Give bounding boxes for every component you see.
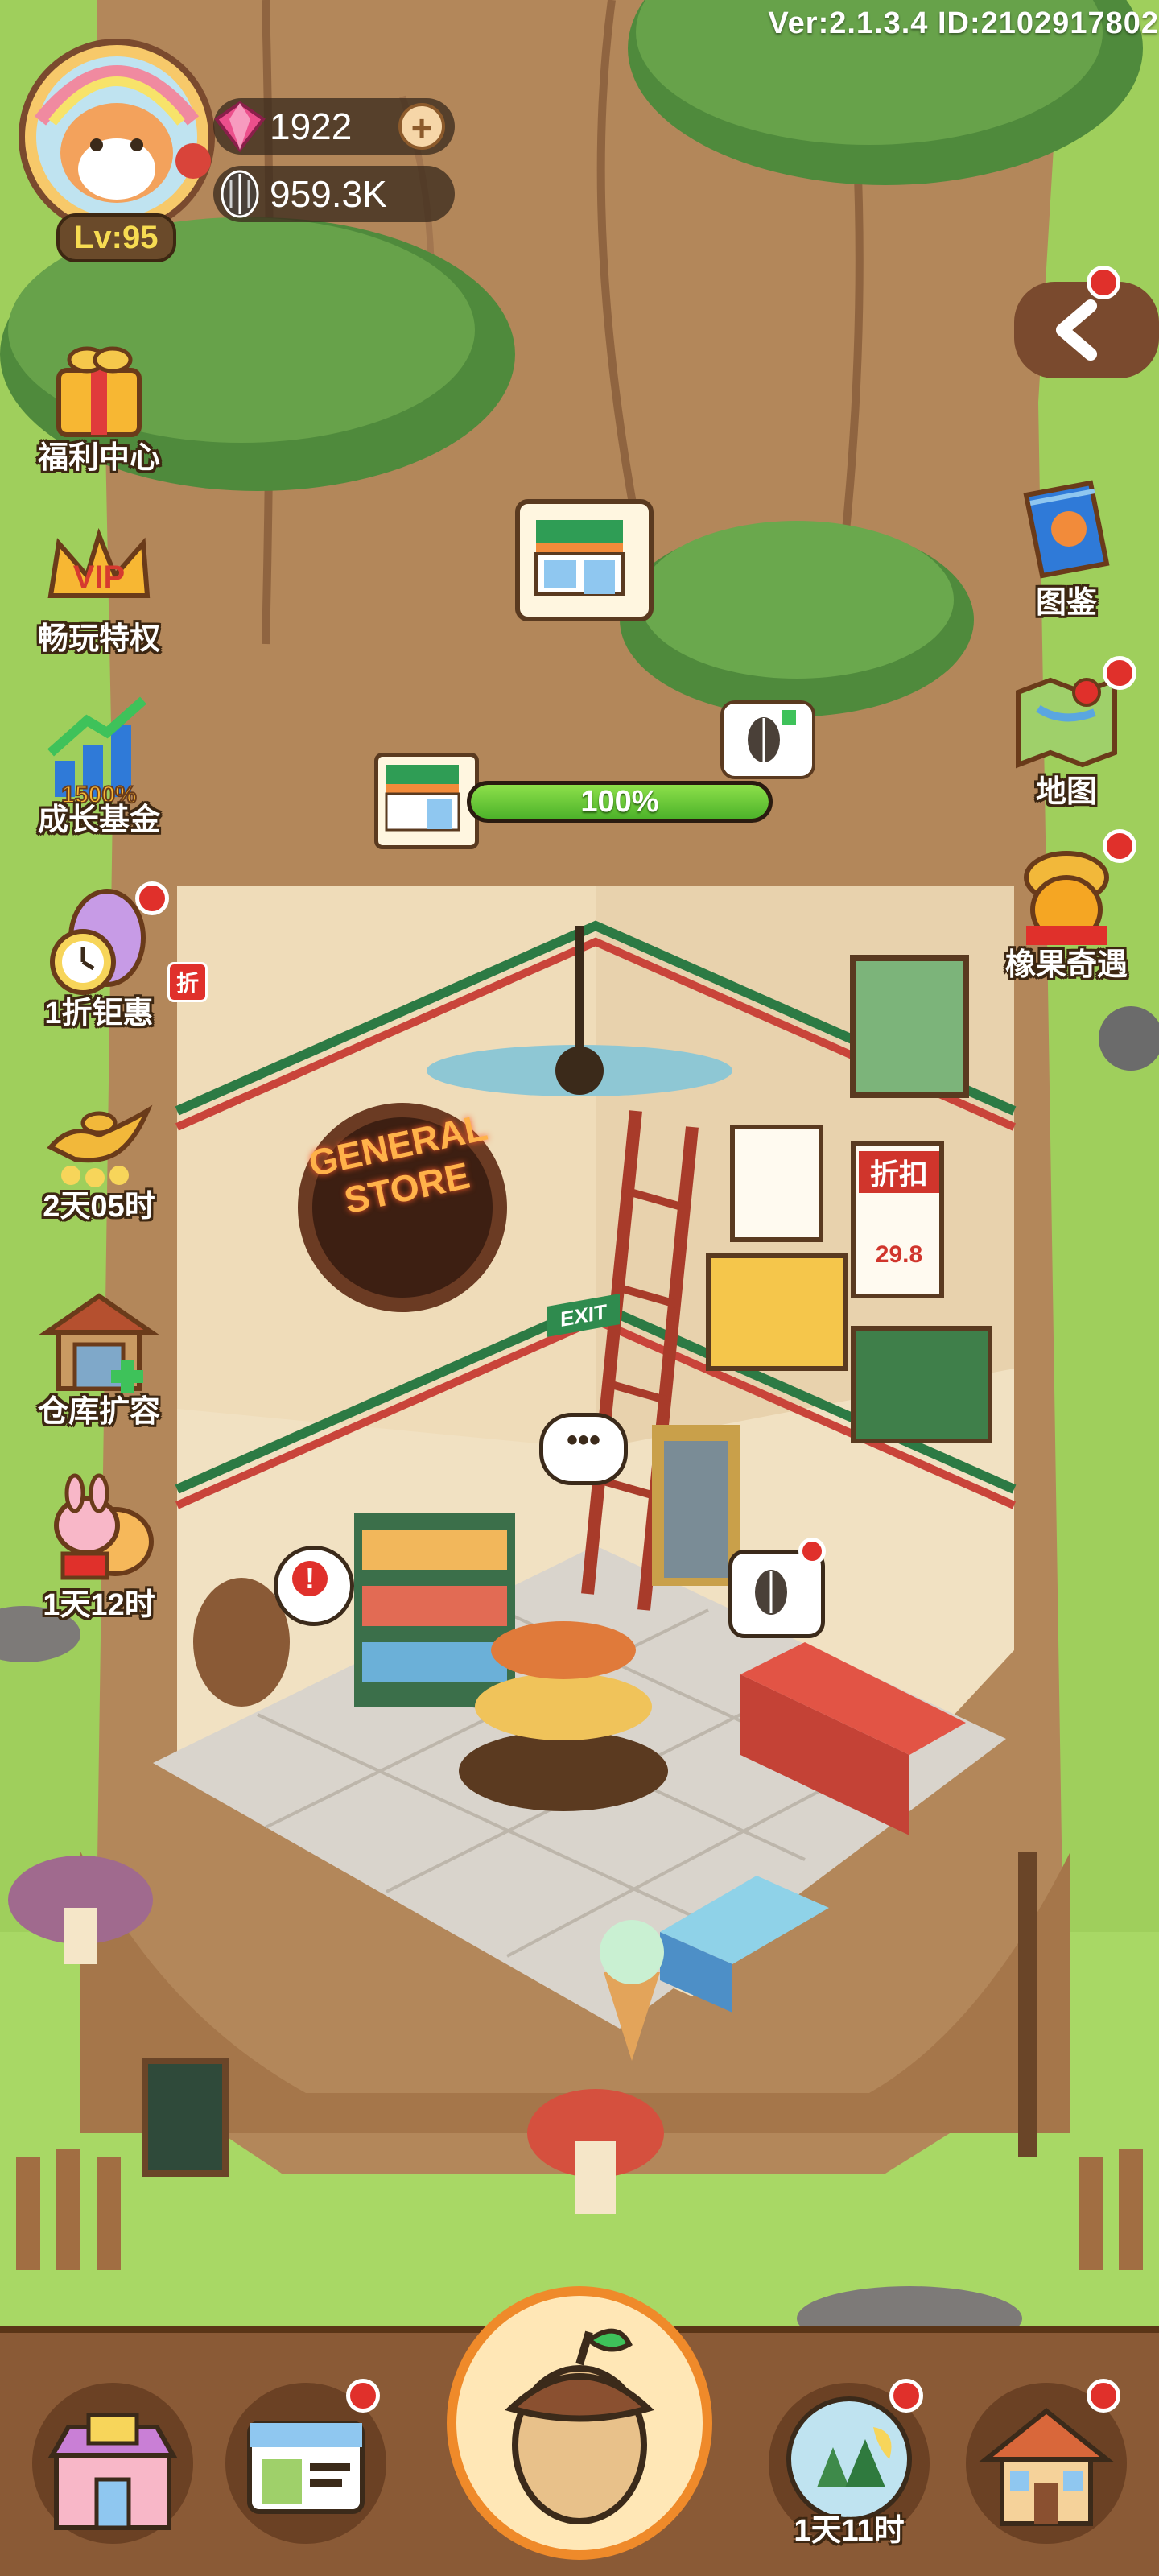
discount-deal-badge: [135, 881, 169, 915]
gem-icon: [212, 100, 268, 168]
id-card-nav-button[interactable]: [225, 2379, 386, 2544]
map-button[interactable]: 地图: [990, 656, 1143, 821]
gems-value: 1922: [270, 105, 353, 147]
magic-lamp-icon: [47, 1104, 153, 1187]
discount-poster-price: 29.8: [875, 1241, 923, 1268]
welfare-center-label: 福利中心: [37, 441, 160, 475]
acorn-adventure-badge: [1103, 829, 1136, 863]
collapse-panel-badge: [1087, 266, 1120, 299]
growth-chart-icon: 1500%: [47, 696, 146, 809]
warehouse-icon: [39, 1293, 159, 1393]
alert-bubble-icon[interactable]: !: [274, 1546, 354, 1626]
home-nav-button[interactable]: [966, 2379, 1127, 2544]
map-badge: [1103, 656, 1136, 690]
player-avatar[interactable]: Lv:95: [8, 32, 241, 274]
rabbit-event-button[interactable]: 1天12时: [23, 1473, 175, 1634]
shop-cart-icon: [47, 2413, 178, 2530]
convenience-store-icon: [385, 765, 460, 832]
home-badge: [1087, 2379, 1120, 2413]
store-progress-text: 100%: [580, 785, 659, 819]
forest-timer-label: 1天11时: [794, 2514, 905, 2548]
customer-seed-bubble[interactable]: [728, 1538, 826, 1638]
growth-fund-button[interactable]: 1500% 成长基金: [23, 688, 175, 849]
shop-nav-button[interactable]: [32, 2383, 193, 2544]
game-scene: GENERAL STORE EXIT 折扣 29.8 Ver:2.1.3.4 I…: [0, 0, 1159, 2576]
chat-bubble-icon[interactable]: •••: [539, 1413, 628, 1485]
sunflower-seed-icon: [215, 169, 265, 234]
acorn-adventure-label: 橡果奇遇: [1004, 948, 1128, 982]
warehouse-expand-button[interactable]: 仓库扩容: [23, 1280, 175, 1441]
map-label: 地图: [1035, 775, 1097, 809]
collapse-panel-button[interactable]: [1022, 266, 1151, 370]
sunflower-seed-icon: [755, 1570, 787, 1615]
id-card-badge: [346, 2379, 380, 2413]
growth-fund-label: 成长基金: [37, 803, 160, 837]
seed-reward-bubble[interactable]: [720, 700, 815, 779]
sunflower-seed-icon: [748, 710, 796, 762]
warehouse-expand-label: 仓库扩容: [37, 1395, 160, 1429]
avatar-portrait: [19, 39, 215, 235]
version-label: Ver:2.1.3.4 ID:2102917802: [768, 6, 1159, 40]
customer-seed-badge: [798, 1538, 826, 1565]
discount-deal-label: 1折钜惠: [44, 997, 154, 1030]
collection-book-label: 图鉴: [1035, 586, 1097, 620]
store-upgrade-icon[interactable]: [515, 499, 654, 621]
seeds-counter: 959.3K: [213, 166, 455, 222]
acorn-adventure-button[interactable]: 橡果奇遇: [990, 829, 1143, 994]
discount-poster: 折扣 29.8: [859, 1151, 939, 1269]
chevron-left-icon: [1056, 299, 1097, 361]
gift-box-icon: [56, 346, 142, 437]
store-progress-bar: 100%: [467, 781, 773, 823]
book-icon: [1023, 480, 1110, 579]
convenience-store-icon: [534, 520, 625, 596]
collection-book-button[interactable]: 图鉴: [990, 471, 1143, 632]
rabbit-mooncake-icon: [54, 1473, 154, 1580]
magic-lamp-timer: 2天05时: [43, 1190, 155, 1224]
store-production-icon: [374, 753, 479, 849]
vip-privilege-button[interactable]: VIP 畅玩特权: [23, 507, 175, 668]
magic-lamp-button[interactable]: 2天05时: [23, 1075, 175, 1236]
main-acorn-button[interactable]: [447, 2286, 712, 2560]
vip-privilege-label: 畅玩特权: [37, 622, 160, 656]
forest-nav-button[interactable]: 1天11时: [769, 2379, 930, 2548]
discount-poster-title: 折扣: [859, 1151, 939, 1193]
rabbit-event-timer: 1天12时: [43, 1588, 155, 1622]
discount-deal-button[interactable]: 折 1折钜惠: [23, 881, 208, 1042]
seeds-value: 959.3K: [270, 173, 387, 215]
svg-text:VIP: VIP: [73, 559, 125, 595]
add-gems-button[interactable]: +: [398, 103, 445, 150]
level-badge: Lv:95: [56, 213, 176, 262]
big-acorn-icon: [505, 2328, 654, 2524]
vip-crown-icon: VIP: [47, 527, 151, 598]
welfare-center-button[interactable]: 福利中心: [23, 326, 175, 487]
forest-badge: [889, 2379, 923, 2413]
